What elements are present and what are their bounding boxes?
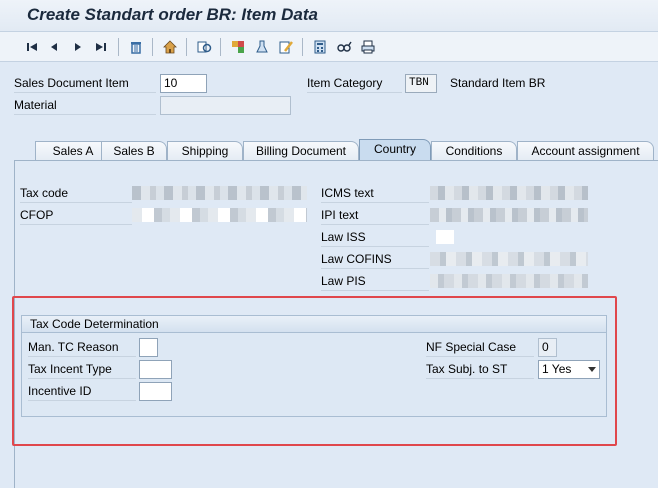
tab-sales-a[interactable]: Sales A	[35, 141, 111, 160]
print-icon[interactable]	[358, 37, 378, 57]
toolbar-separator	[152, 38, 153, 56]
tab-shipping[interactable]: Shipping	[167, 141, 243, 160]
sales-document-item-field[interactable]: 10	[160, 74, 207, 93]
law-pis-redacted	[430, 274, 588, 288]
application-toolbar	[0, 32, 658, 62]
law-iss-redacted	[436, 230, 454, 244]
tax-code-label: Tax code	[20, 184, 132, 203]
tab-country[interactable]: Country	[359, 139, 431, 160]
tax-code-value-redacted[interactable]	[132, 186, 307, 200]
ipi-text-redacted	[430, 208, 588, 222]
law-iss-label: Law ISS	[321, 228, 429, 247]
last-page-icon[interactable]	[91, 37, 111, 57]
tab-label: Billing Document	[255, 144, 347, 158]
law-cofins-label: Law COFINS	[321, 250, 429, 269]
cfop-value-redacted[interactable]	[132, 208, 307, 222]
toolbar-separator	[220, 38, 221, 56]
toolbar-separator	[302, 38, 303, 56]
ipi-text-label: IPI text	[321, 206, 429, 225]
previous-page-icon[interactable]	[44, 37, 64, 57]
overview-icon[interactable]	[194, 37, 214, 57]
tab-billing-document[interactable]: Billing Document	[243, 141, 359, 160]
item-category-description: Standard Item BR	[450, 76, 546, 90]
tab-strip: Sales A Sales B Shipping Billing Documen…	[14, 139, 658, 160]
tab-sales-b[interactable]: Sales B	[101, 141, 167, 160]
tab-account-assignment[interactable]: Account assignment	[517, 141, 654, 160]
material-label: Material	[14, 96, 156, 115]
sales-document-item-label: Sales Document Item	[14, 74, 156, 93]
glasses-icon[interactable]	[334, 37, 354, 57]
law-cofins-redacted	[430, 252, 588, 266]
analysis-icon[interactable]	[252, 37, 272, 57]
delete-icon[interactable]	[126, 37, 146, 57]
item-category-code: TBN	[405, 74, 437, 93]
item-category-label: Item Category	[307, 74, 402, 93]
first-page-icon[interactable]	[22, 37, 42, 57]
icms-text-redacted	[430, 186, 588, 200]
edit-icon[interactable]	[276, 37, 296, 57]
toolbar-separator	[118, 38, 119, 56]
tab-label: Country	[373, 142, 417, 156]
toolbar-separator	[186, 38, 187, 56]
cfop-label: CFOP	[20, 206, 132, 225]
material-field[interactable]	[160, 96, 291, 115]
tab-conditions[interactable]: Conditions	[431, 141, 517, 160]
tab-label: Account assignment	[531, 144, 640, 158]
tab-label: Conditions	[445, 144, 503, 158]
calculator-icon[interactable]	[310, 37, 330, 57]
next-page-icon[interactable]	[68, 37, 88, 57]
tab-label: Sales A	[52, 144, 94, 158]
tab-label: Sales B	[113, 144, 155, 158]
law-pis-label: Law PIS	[321, 272, 429, 291]
configuration-icon[interactable]	[228, 37, 248, 57]
icms-text-label: ICMS text	[321, 184, 429, 203]
tab-label: Shipping	[181, 144, 229, 158]
highlight-annotation-box	[12, 296, 617, 446]
title-bar: Create Standart order BR: Item Data	[0, 0, 658, 32]
window-title: Create Standart order BR: Item Data	[27, 5, 318, 24]
header-icon[interactable]	[160, 37, 180, 57]
